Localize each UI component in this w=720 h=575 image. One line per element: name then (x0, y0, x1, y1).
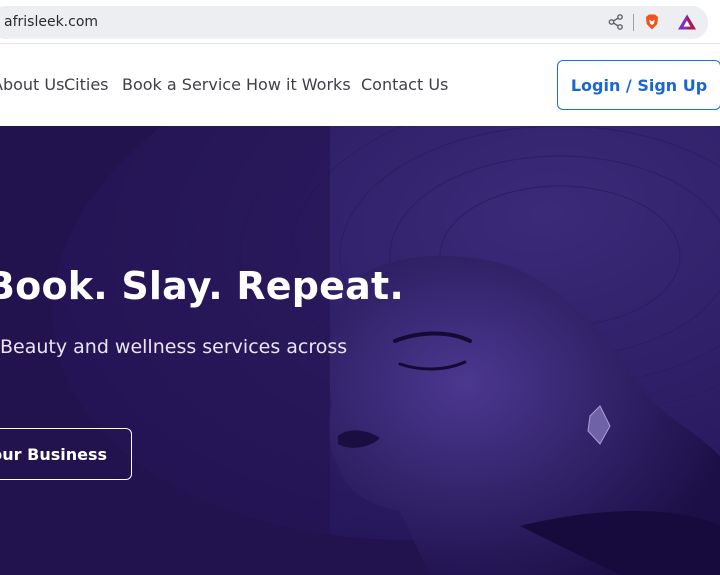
toolbar-divider (633, 14, 634, 31)
url-text[interactable]: afrisleek.com (4, 14, 98, 30)
hero-section: Book. Slay. Repeat. Beauty and wellness … (0, 126, 720, 575)
nav-how-it-works[interactable]: How it Works (246, 75, 351, 94)
address-bar[interactable] (0, 6, 708, 39)
nav-contact-us[interactable]: Contact Us (361, 75, 448, 94)
nav-cities[interactable]: Cities (64, 75, 109, 94)
bat-rewards-icon[interactable] (677, 13, 696, 31)
brave-shield-icon[interactable] (643, 13, 661, 31)
site-header: About Us Cities Book a Service How it Wo… (0, 45, 720, 126)
share-icon[interactable] (607, 13, 625, 31)
hero-title: Book. Slay. Repeat. (0, 264, 404, 308)
login-signup-button[interactable]: Login / Sign Up (557, 60, 720, 110)
browser-chrome: afrisleek.com (0, 0, 720, 44)
nav-about-us[interactable]: About Us (0, 75, 64, 94)
list-your-business-button[interactable]: List Your Business (0, 428, 132, 480)
hero-subtitle: Beauty and wellness services across (0, 336, 348, 358)
nav-book-a-service[interactable]: Book a Service (122, 75, 241, 94)
